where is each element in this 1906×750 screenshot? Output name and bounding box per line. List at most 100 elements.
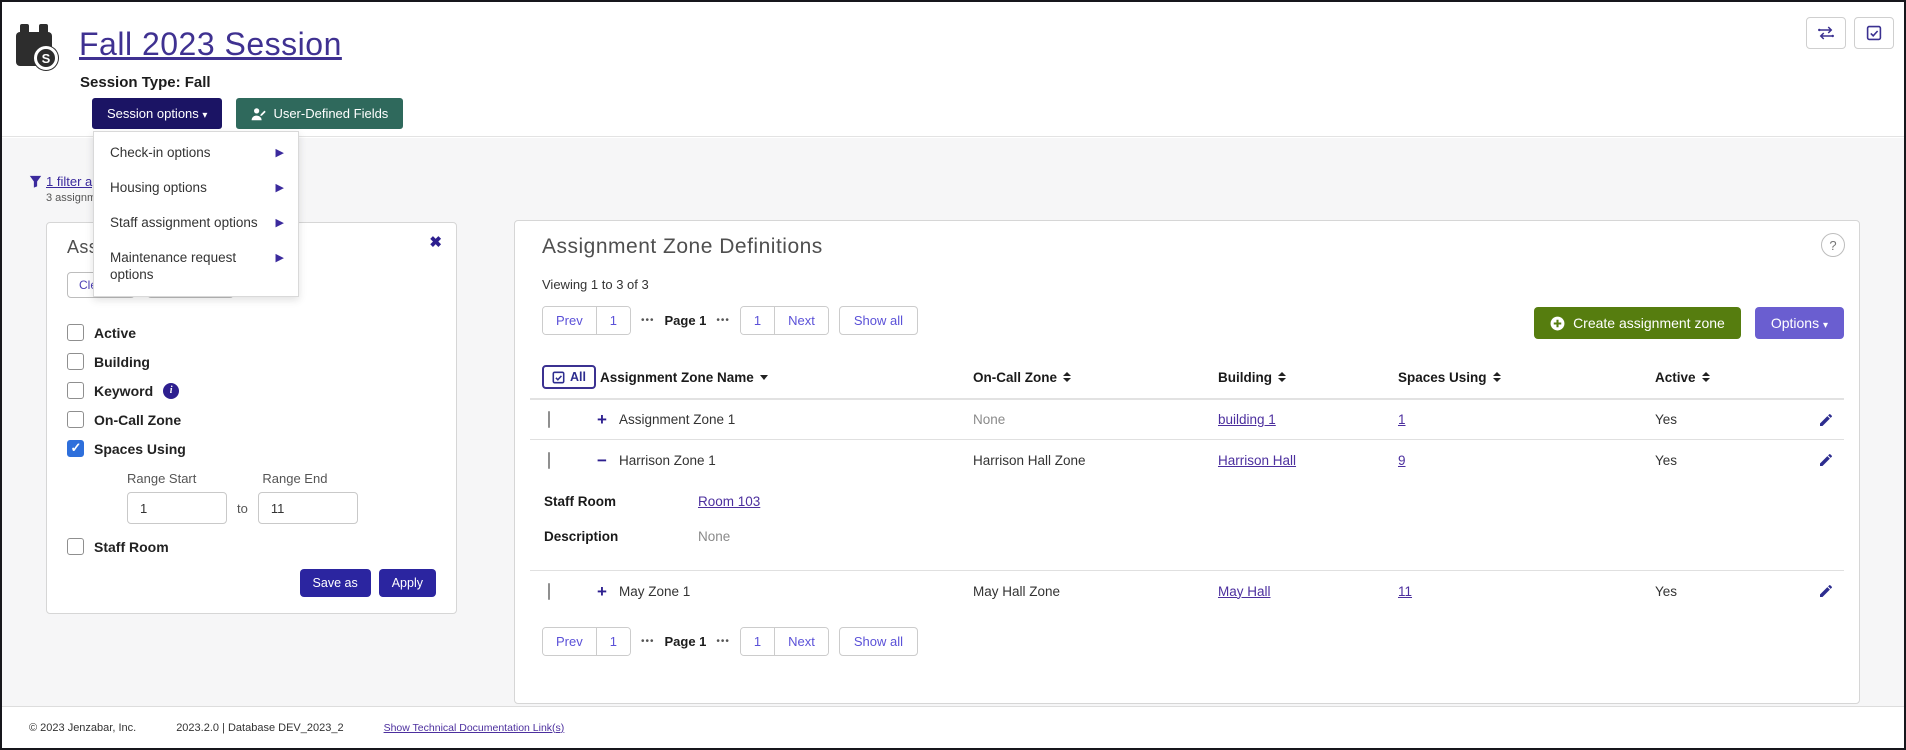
close-icon[interactable]: ✖ [429,233,442,251]
pagination-bottom: Prev 1 ••• Page 1 ••• 1 Next Show all [542,627,1844,656]
page-1-button[interactable]: 1 [597,628,630,655]
edit-pencil-icon[interactable] [1818,583,1844,599]
page-footer: © 2023 Jenzabar, Inc. 2023.2.0 | Databas… [2,706,1904,748]
column-header-on-call-zone[interactable]: On-Call Zone [973,370,1218,385]
check-square-icon [552,371,565,384]
range-start-input[interactable] [127,492,227,524]
current-page-label: Page 1 [664,313,706,328]
column-header-spaces-using[interactable]: Spaces Using [1398,370,1655,385]
checkbox[interactable] [67,382,84,399]
zone-name: Harrison Zone 1 [619,453,716,468]
page-1-button[interactable]: 1 [741,628,775,655]
row-checkbox[interactable] [548,452,550,469]
sort-desc-icon [760,375,768,380]
show-all-button[interactable]: Show all [839,306,918,335]
tasks-check-icon[interactable] [1854,17,1894,49]
active-value: Yes [1655,584,1813,599]
pagination-ellipsis: ••• [641,315,655,326]
sort-icon [1278,372,1286,382]
checkbox[interactable] [67,411,84,428]
filter-checkbox-active[interactable]: Active [67,324,436,341]
help-button[interactable]: ? [1821,233,1845,257]
filter-checkbox-building[interactable]: Building [67,353,436,370]
expanded-row-details: Staff Room Room 103 Description None [530,480,1844,571]
checkbox[interactable] [67,353,84,370]
page-1-button[interactable]: 1 [597,307,630,334]
submenu-arrow-icon: ▶ [276,217,284,231]
chevron-down-icon: ▾ [1823,320,1828,331]
table-row: + Assignment Zone 1 None building 1 1 Ye… [530,400,1844,440]
spaces-using-link[interactable]: 11 [1398,584,1412,599]
range-joiner: to [237,501,248,516]
filter-checkbox-staff-room[interactable]: Staff Room [67,538,436,555]
technical-documentation-link[interactable]: Show Technical Documentation Link(s) [384,722,565,734]
spaces-using-link[interactable]: 1 [1398,412,1406,427]
checkbox-checked[interactable] [67,440,84,457]
row-checkbox[interactable] [548,411,550,428]
checkbox[interactable] [67,324,84,341]
save-as-button[interactable]: Save as [300,569,371,597]
expand-icon[interactable]: + [595,411,609,428]
spaces-using-link[interactable]: 9 [1398,453,1406,468]
session-options-menu: Check-in options ▶ Housing options ▶ Sta… [93,131,299,297]
menu-item-check-in-options[interactable]: Check-in options ▶ [94,136,298,171]
column-header-name[interactable]: Assignment Zone Name [592,370,973,385]
next-page-button[interactable]: Next [775,307,828,334]
collapse-icon[interactable]: − [595,452,609,469]
session-title-link[interactable]: Fall 2023 Session [79,26,342,63]
create-assignment-zone-button[interactable]: Create assignment zone [1534,307,1741,339]
options-button[interactable]: Options ▾ [1755,307,1844,339]
session-type-label: Session Type: Fall [80,74,211,91]
sort-icon [1702,372,1710,382]
select-all-button[interactable]: All [542,365,596,389]
building-link[interactable]: Harrison Hall [1218,453,1296,468]
viewing-text: Viewing 1 to 3 of 3 [542,277,1844,292]
pagination-ellipsis: ••• [716,315,730,326]
show-all-button[interactable]: Show all [839,627,918,656]
prev-page-button[interactable]: Prev [543,628,597,655]
on-call-zone-value: Harrison Hall Zone [973,453,1218,468]
column-header-building[interactable]: Building [1218,370,1398,385]
menu-item-maintenance-request-options[interactable]: Maintenance request options ▶ [94,241,298,293]
table-row: + May Zone 1 May Hall Zone May Hall 11 Y… [530,571,1844,611]
next-page-button[interactable]: Next [775,628,828,655]
building-link[interactable]: May Hall [1218,584,1271,599]
menu-item-housing-options[interactable]: Housing options ▶ [94,171,298,206]
edit-pencil-icon[interactable] [1818,452,1844,468]
description-label: Description [544,529,698,544]
range-end-input[interactable] [258,492,358,524]
column-header-active[interactable]: Active [1655,370,1813,385]
prev-page-button[interactable]: Prev [543,307,597,334]
expand-icon[interactable]: + [595,583,609,600]
session-badge: S [34,46,58,70]
staff-room-link[interactable]: Room 103 [698,494,1844,509]
apply-button[interactable]: Apply [379,569,436,597]
range-start-label: Range Start [127,471,196,486]
active-value: Yes [1655,412,1813,427]
zone-name: May Zone 1 [619,584,690,599]
session-options-button[interactable]: Session options ▾ [92,98,222,129]
session-calendar-icon: S [16,24,58,68]
checkbox[interactable] [67,538,84,555]
assignment-zones-table: All Assignment Zone Name On-Call Zone Bu… [530,365,1844,611]
row-checkbox[interactable] [548,583,550,600]
sort-icon [1493,372,1501,382]
plus-circle-icon [1550,316,1565,331]
transfer-icon[interactable] [1806,17,1846,49]
table-row: − Harrison Zone 1 Harrison Hall Zone Har… [530,440,1844,480]
filter-checkbox-spaces-using[interactable]: Spaces Using [67,440,436,457]
pagination-ellipsis: ••• [641,636,655,647]
info-icon[interactable]: i [163,383,179,399]
user-defined-fields-button[interactable]: User-Defined Fields [236,98,403,129]
assignment-zone-definitions-panel: Assignment Zone Definitions ? Viewing 1 … [514,220,1860,704]
chevron-down-icon: ▾ [202,110,207,121]
building-link[interactable]: building 1 [1218,412,1276,427]
active-value: Yes [1655,453,1813,468]
filter-checkbox-keyword[interactable]: Keyword i [67,382,436,399]
page-1-button[interactable]: 1 [741,307,775,334]
filter-checkbox-on-call-zone[interactable]: On-Call Zone [67,411,436,428]
sort-icon [1063,372,1071,382]
edit-pencil-icon[interactable] [1818,412,1844,428]
menu-item-staff-assignment-options[interactable]: Staff assignment options ▶ [94,206,298,241]
copyright-text: © 2023 Jenzabar, Inc. [29,722,136,734]
